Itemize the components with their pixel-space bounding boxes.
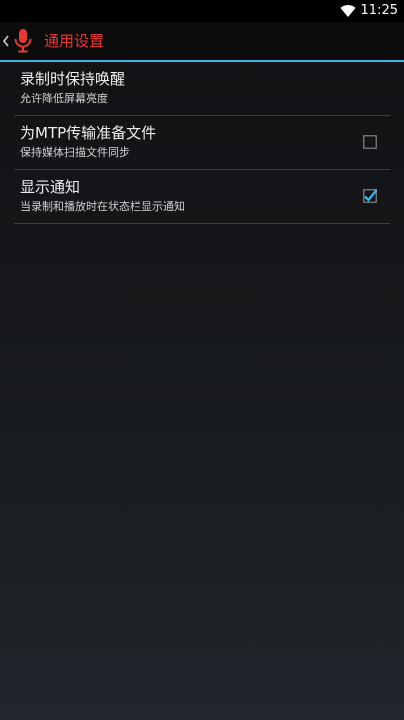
- status-time: 11:25: [360, 3, 398, 18]
- settings-screen: 11:25 通用设置 录制时保持唤醒 允许降低屏幕亮度 为MTP传输准备文件 保…: [0, 0, 404, 720]
- setting-title: 为MTP传输准备文件: [20, 124, 157, 142]
- checkmark-icon: [364, 189, 377, 202]
- setting-summary: 允许降低屏幕亮度: [20, 92, 108, 105]
- setting-summary: 当录制和播放时在状态栏显示通知: [20, 200, 185, 213]
- notification-checkbox[interactable]: [363, 189, 377, 203]
- mtp-checkbox[interactable]: [363, 135, 377, 149]
- setting-title: 显示通知: [20, 178, 81, 196]
- setting-mtp-prepare[interactable]: 为MTP传输准备文件 保持媒体扫描文件同步: [14, 116, 390, 170]
- setting-summary: 保持媒体扫描文件同步: [20, 146, 130, 159]
- setting-title: 录制时保持唤醒: [20, 70, 126, 88]
- microphone-icon[interactable]: [12, 28, 34, 54]
- action-bar: 通用设置: [0, 22, 404, 62]
- setting-keep-awake[interactable]: 录制时保持唤醒 允许降低屏幕亮度: [14, 62, 390, 116]
- chevron-left-icon[interactable]: [1, 31, 11, 51]
- settings-list: 录制时保持唤醒 允许降低屏幕亮度 为MTP传输准备文件 保持媒体扫描文件同步 显…: [14, 62, 390, 224]
- setting-show-notification[interactable]: 显示通知 当录制和播放时在状态栏显示通知: [14, 170, 390, 224]
- status-bar: 11:25: [0, 0, 404, 22]
- wifi-icon: [340, 5, 356, 18]
- page-title: 通用设置: [44, 32, 105, 50]
